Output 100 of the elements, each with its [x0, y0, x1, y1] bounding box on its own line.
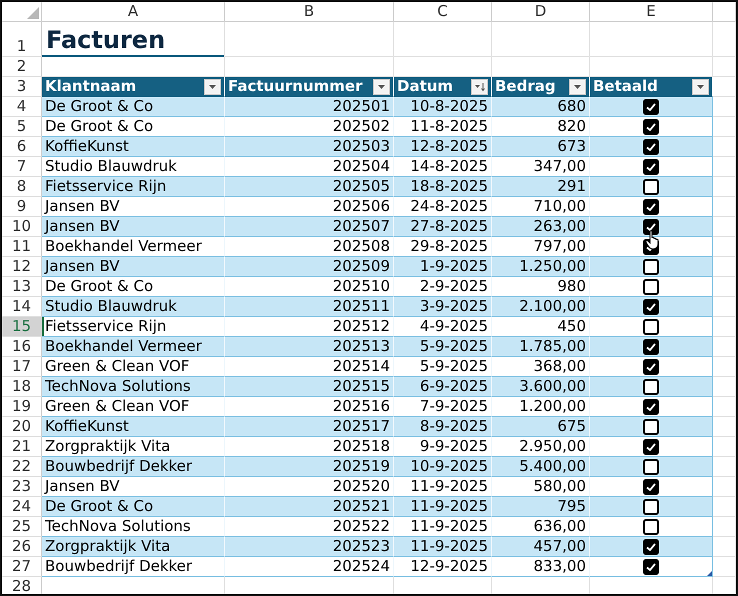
row-header[interactable]: 28 — [2, 577, 42, 594]
table-cell: 202515 — [225, 377, 394, 397]
table-cell: 7-9-2025 — [394, 397, 492, 417]
checkbox[interactable] — [643, 538, 659, 554]
checkmark-icon — [646, 222, 656, 230]
checkbox[interactable] — [643, 298, 659, 314]
table-cell: 2.100,00 — [492, 297, 590, 317]
table-cell: KoffieKunst — [42, 417, 225, 437]
table-cell: 3.600,00 — [492, 377, 590, 397]
checkbox[interactable] — [643, 338, 659, 354]
column-header[interactable]: A — [42, 2, 225, 22]
checkmark-icon — [646, 302, 656, 310]
empty-cell[interactable] — [713, 22, 736, 57]
checkbox[interactable] — [643, 158, 659, 174]
column-header[interactable] — [713, 2, 736, 22]
table-header: Datum — [394, 77, 492, 97]
row-header[interactable]: 15 — [2, 317, 42, 337]
filter-button[interactable] — [373, 78, 390, 94]
table-cell: 710,00 — [492, 197, 590, 217]
checkbox[interactable] — [643, 218, 659, 234]
table-cell: Zorgpraktijk Vita — [42, 437, 225, 457]
table-cell: 27-8-2025 — [394, 217, 492, 237]
table-cell: 5-9-2025 — [394, 357, 492, 377]
table-cell: 11-9-2025 — [394, 497, 492, 517]
caret-icon — [378, 84, 385, 88]
table-cell: 202517 — [225, 417, 394, 437]
column-header[interactable]: E — [590, 2, 713, 22]
checkbox[interactable] — [643, 558, 659, 574]
table-cell: 29-8-2025 — [394, 237, 492, 257]
checkbox[interactable] — [643, 178, 659, 194]
table-cell: 833,00 — [492, 557, 590, 577]
caret-icon — [574, 84, 581, 88]
checkmark-icon — [646, 342, 656, 350]
table-cell: 5-9-2025 — [394, 337, 492, 357]
checkbox[interactable] — [643, 438, 659, 454]
table-cell: 2-9-2025 — [394, 277, 492, 297]
checkbox[interactable] — [643, 398, 659, 414]
table-cell: 450 — [492, 317, 590, 337]
resize-handle[interactable] — [707, 571, 712, 576]
table-cell: TechNova Solutions — [42, 517, 225, 537]
table-cell: De Groot & Co — [42, 97, 225, 117]
checkbox[interactable] — [643, 458, 659, 474]
table-cell: De Groot & Co — [42, 497, 225, 517]
checkbox[interactable] — [643, 498, 659, 514]
filter-button[interactable] — [692, 78, 709, 94]
table-cell: Green & Clean VOF — [42, 397, 225, 417]
table-cell: 2.950,00 — [492, 437, 590, 457]
table-cell: TechNova Solutions — [42, 377, 225, 397]
checkbox[interactable] — [643, 138, 659, 154]
table-cell: Green & Clean VOF — [42, 357, 225, 377]
checkbox[interactable] — [643, 318, 659, 334]
checkbox[interactable] — [643, 518, 659, 534]
table-cell: 202519 — [225, 457, 394, 477]
table-cell: 11-9-2025 — [394, 537, 492, 557]
table-cell: 347,00 — [492, 157, 590, 177]
checkbox[interactable] — [643, 278, 659, 294]
empty-cell[interactable] — [394, 22, 492, 57]
checkmark-icon — [646, 542, 656, 550]
table-cell: Fietsservice Rijn — [42, 317, 225, 337]
table-cell: 680 — [492, 97, 590, 117]
empty-cell[interactable] — [492, 22, 590, 57]
checkbox[interactable] — [643, 258, 659, 274]
table-header: Bedrag — [492, 77, 590, 97]
table-cell: 18-8-2025 — [394, 177, 492, 197]
table-cell: 202505 — [225, 177, 394, 197]
checkmark-icon — [646, 122, 656, 130]
sheet-title: Facturen — [42, 25, 224, 57]
filter-button[interactable] — [569, 78, 586, 94]
table-cell: 202510 — [225, 277, 394, 297]
table-cell: 6-9-2025 — [394, 377, 492, 397]
checkbox[interactable] — [643, 358, 659, 374]
table-cell: 636,00 — [492, 517, 590, 537]
table-cell: 12-9-2025 — [394, 557, 492, 577]
row-header[interactable]: 2 — [2, 57, 42, 77]
select-all-icon[interactable] — [27, 7, 39, 19]
checkbox[interactable] — [643, 478, 659, 494]
column-header[interactable]: B — [225, 2, 394, 22]
checkbox[interactable] — [643, 98, 659, 114]
filter-button[interactable] — [204, 78, 221, 94]
table-cell: 673 — [492, 137, 590, 157]
table-cell: 10-8-2025 — [394, 97, 492, 117]
checkbox[interactable] — [643, 198, 659, 214]
empty-cell[interactable] — [225, 22, 394, 57]
column-header[interactable]: C — [394, 2, 492, 22]
filter-button[interactable] — [471, 78, 488, 94]
table-cell: 675 — [492, 417, 590, 437]
table-cell: Jansen BV — [42, 197, 225, 217]
table-cell: Boekhandel Vermeer — [42, 337, 225, 357]
table-header: Factuurnummer — [225, 77, 394, 97]
column-header[interactable]: D — [492, 2, 590, 22]
table-cell: 202503 — [225, 137, 394, 157]
checkbox[interactable] — [643, 378, 659, 394]
checkmark-icon — [646, 402, 656, 410]
table-cell: Boekhandel Vermeer — [42, 237, 225, 257]
empty-cell[interactable] — [713, 57, 736, 77]
table-cell: 202523 — [225, 537, 394, 557]
row-header[interactable]: 1 — [2, 22, 42, 57]
checkbox[interactable] — [643, 118, 659, 134]
empty-cell[interactable] — [590, 22, 713, 57]
checkbox[interactable] — [643, 418, 659, 434]
